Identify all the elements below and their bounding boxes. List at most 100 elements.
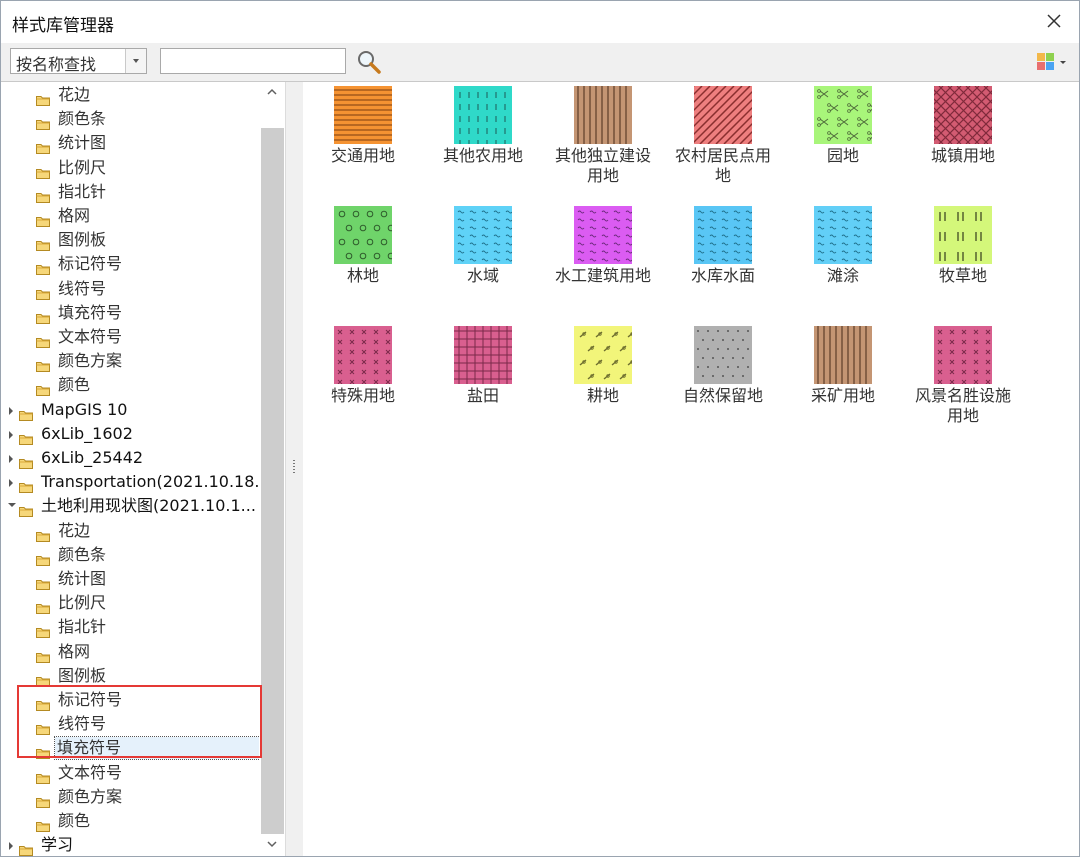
symbol-item[interactable]: 自然保留地 xyxy=(663,322,783,406)
splitter-grip[interactable] xyxy=(293,460,295,474)
scroll-up-icon[interactable] xyxy=(267,88,277,96)
tree-item[interactable]: Transportation(2021.10.18... xyxy=(1,470,259,494)
pane-splitter[interactable] xyxy=(285,82,304,856)
fill-symbol-swatch[interactable] xyxy=(934,206,992,264)
fill-symbol-swatch[interactable] xyxy=(454,86,512,144)
tree-item-label: 格网 xyxy=(58,641,91,661)
fill-symbol-swatch[interactable] xyxy=(694,326,752,384)
fill-symbol-swatch[interactable] xyxy=(454,326,512,384)
symbol-item[interactable]: 特殊用地 xyxy=(303,322,423,406)
fill-symbol-swatch[interactable] xyxy=(574,86,632,144)
tree-item-label: 花边 xyxy=(58,85,91,104)
tree-item[interactable]: 颜色 xyxy=(1,373,259,397)
symbol-item[interactable]: 林地 xyxy=(303,202,423,286)
symbol-item[interactable]: 滩涂 xyxy=(783,202,903,286)
fill-symbol-swatch[interactable] xyxy=(814,86,872,144)
tree-item[interactable]: 图例板 xyxy=(1,664,259,688)
search-input[interactable] xyxy=(160,48,346,74)
tree-item[interactable]: 比例尺 xyxy=(1,591,259,615)
scrollbar-thumb[interactable] xyxy=(261,128,284,834)
tree-item-label: 花边 xyxy=(58,520,91,540)
tree-item[interactable]: 格网 xyxy=(1,204,259,228)
fill-symbol-swatch[interactable] xyxy=(574,206,632,264)
symbol-label: 农村居民点用地 xyxy=(674,146,771,185)
expand-arrow-icon[interactable] xyxy=(9,479,13,488)
fill-symbol-swatch[interactable] xyxy=(574,326,632,384)
tree-item[interactable]: 图例板 xyxy=(1,228,259,252)
folder-icon xyxy=(19,500,33,518)
symbol-label: 其他农用地 xyxy=(442,146,523,165)
tree-item[interactable]: 线符号 xyxy=(1,712,259,736)
tree-item[interactable]: 文本符号 xyxy=(1,325,259,349)
tree-item[interactable]: 指北针 xyxy=(1,180,259,204)
tree-item[interactable]: 统计图 xyxy=(1,567,259,591)
symbol-item[interactable]: 城镇用地 xyxy=(903,82,1023,166)
expand-arrow-icon[interactable] xyxy=(9,406,13,415)
tree-item[interactable]: 6xLib_1602 xyxy=(1,422,259,446)
symbol-item[interactable]: 园地 xyxy=(783,82,903,166)
toolbar: 按名称查找 xyxy=(1,43,1079,82)
tree-item[interactable]: 学习 xyxy=(1,833,259,856)
fill-symbol-swatch[interactable] xyxy=(334,206,392,264)
view-mode-icon[interactable] xyxy=(1035,51,1069,73)
tree-item[interactable]: MapGIS 10 xyxy=(1,398,259,422)
fill-symbol-swatch[interactable] xyxy=(694,206,752,264)
tree-item[interactable]: 标记符号 xyxy=(1,688,259,712)
tree-item[interactable]: 颜色 xyxy=(1,809,259,833)
tree-item-label: 线符号 xyxy=(58,278,107,298)
tree-item[interactable]: 6xLib_25442 xyxy=(1,446,259,470)
tree-item[interactable]: 颜色方案 xyxy=(1,349,259,373)
symbol-item[interactable]: 农村居民点用地 xyxy=(663,82,783,186)
tree-scrollbar[interactable] xyxy=(260,82,285,856)
expand-arrow-icon[interactable] xyxy=(9,842,13,851)
symbol-item[interactable]: 风景名胜设施用地 xyxy=(903,322,1023,426)
symbol-item[interactable]: 其他农用地 xyxy=(423,82,543,166)
tree-item[interactable]: 指北针 xyxy=(1,615,259,639)
symbol-item[interactable]: 采矿用地 xyxy=(783,322,903,406)
symbol-item[interactable]: 水库水面 xyxy=(663,202,783,286)
folder-icon xyxy=(36,379,50,397)
tree-item[interactable]: 标记符号 xyxy=(1,252,259,276)
expand-arrow-icon[interactable] xyxy=(9,430,13,439)
chevron-down-icon[interactable] xyxy=(125,49,146,73)
tree-item[interactable]: 花边 xyxy=(1,83,259,107)
collapse-arrow-icon[interactable] xyxy=(8,503,16,508)
fill-symbol-swatch[interactable] xyxy=(334,326,392,384)
tree-item[interactable]: 土地利用现状图(2021.10.1... xyxy=(1,494,259,518)
tree-item[interactable]: 填充符号 xyxy=(1,736,259,761)
symbol-item[interactable]: 耕地 xyxy=(543,322,663,406)
fill-symbol-swatch[interactable] xyxy=(934,326,992,384)
tree-item[interactable]: 颜色条 xyxy=(1,543,259,567)
tree-item[interactable]: 格网 xyxy=(1,640,259,664)
symbol-item[interactable]: 水工建筑用地 xyxy=(543,202,663,286)
symbol-item[interactable]: 水域 xyxy=(423,202,543,286)
fill-symbol-swatch[interactable] xyxy=(454,206,512,264)
tree-item[interactable]: 填充符号 xyxy=(1,301,259,325)
folder-icon xyxy=(36,621,50,639)
symbol-item[interactable]: 牧草地 xyxy=(903,202,1023,286)
tree-item-label: 颜色方案 xyxy=(58,351,123,371)
folder-icon xyxy=(36,549,50,566)
expand-arrow-icon[interactable] xyxy=(9,455,13,463)
style-library-manager-window: 样式库管理器 按名称查找 花边 颜色条 统计图 比例尺 指北针 格网 图例板 标记符号 线符号填… xyxy=(0,0,1080,857)
symbol-item[interactable]: 交通用地 xyxy=(303,82,423,166)
symbol-item[interactable]: 其他独立建设用地 xyxy=(543,82,663,186)
tree-item[interactable]: 文本符号 xyxy=(1,761,259,785)
tree-item[interactable]: 线符号 xyxy=(1,277,259,301)
scroll-down-icon[interactable] xyxy=(267,840,277,848)
search-mode-dropdown[interactable]: 按名称查找 xyxy=(10,48,147,74)
tree-item[interactable]: 颜色方案 xyxy=(1,785,259,809)
window-title: 样式库管理器 xyxy=(12,16,114,36)
tree-item[interactable]: 比例尺 xyxy=(1,156,259,180)
search-icon[interactable] xyxy=(356,49,382,75)
close-icon[interactable] xyxy=(1043,10,1065,32)
tree-item[interactable]: 花边 xyxy=(1,519,259,543)
fill-symbol-swatch[interactable] xyxy=(814,206,872,264)
tree-item[interactable]: 颜色条 xyxy=(1,107,259,131)
fill-symbol-swatch[interactable] xyxy=(814,326,872,384)
fill-symbol-swatch[interactable] xyxy=(934,86,992,144)
symbol-item[interactable]: 盐田 xyxy=(423,322,543,406)
fill-symbol-swatch[interactable] xyxy=(694,86,752,144)
tree-item[interactable]: 统计图 xyxy=(1,131,259,155)
fill-symbol-swatch[interactable] xyxy=(334,86,392,144)
